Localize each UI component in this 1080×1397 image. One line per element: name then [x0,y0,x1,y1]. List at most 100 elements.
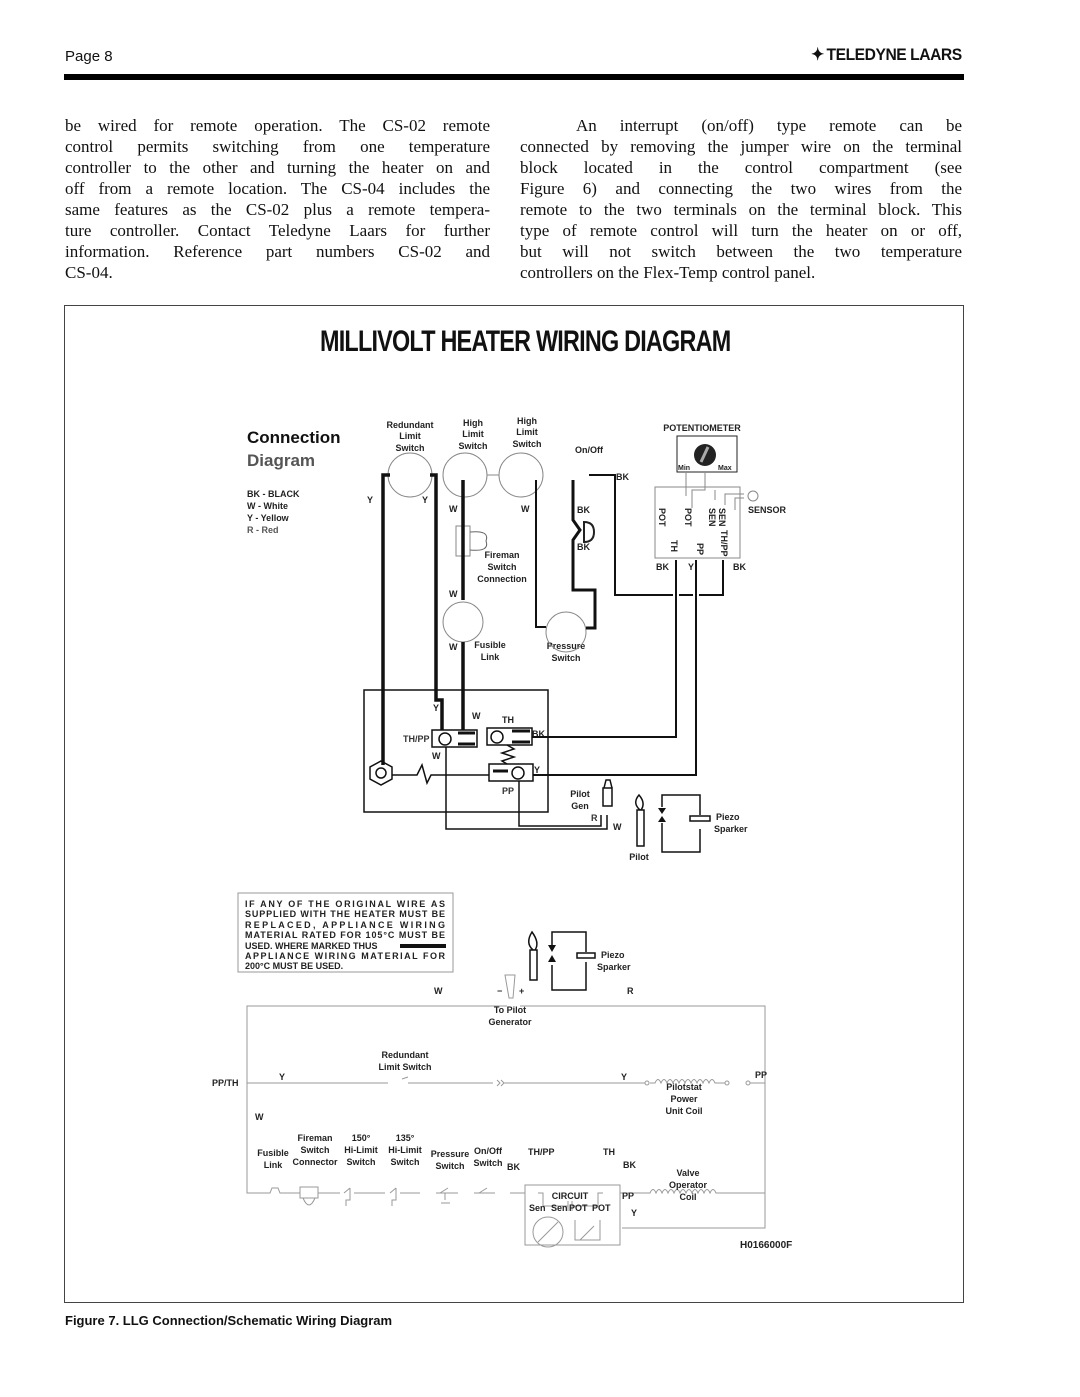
onoff-label: Switch [473,1158,502,1168]
terminal-pot: POT [657,508,667,527]
legend-item: Y - Yellow [247,513,290,523]
minus-label: − [497,986,502,996]
th-label: TH [603,1147,615,1157]
pressure-label: Switch [551,653,580,663]
pressure-label: Pressure [431,1149,470,1159]
redundant-label: Redundant [387,420,434,430]
onoff-label: On/Off [575,445,604,455]
pressure-label: Switch [435,1161,464,1171]
legend-item: R - Red [247,525,279,535]
circuit-term: Sen [551,1203,568,1213]
pilot-label: Pilot [629,852,649,862]
wire-label: W [449,642,458,652]
legend-item: W - White [247,501,288,511]
wire-label: Y [279,1072,285,1082]
fold-connector-icon [583,520,596,544]
wire-label: W [613,822,622,832]
wire-label: W [472,711,481,721]
wire-label: BK [656,562,669,572]
pilot-icon [636,809,645,847]
piezo-sparker [661,794,701,853]
terminal-th-pp: TH/PP [719,530,729,557]
circuit-label: CIRCUIT [552,1191,589,1201]
wire-label: W [432,751,441,761]
resistor-icon [392,762,489,786]
pilotstat-label: Pilotstat [666,1082,702,1092]
fireman-connector [299,1186,319,1199]
sensor-label: SENSOR [748,505,787,515]
th-pp-label: TH/PP [403,734,430,744]
pilotstat-label: Power [670,1094,698,1104]
wire-label: W [255,1112,264,1122]
th-pp-label: TH/PP [528,1147,555,1157]
wire-label: W [521,504,530,514]
circuit-term: POT [592,1203,611,1213]
wire-label: Y [422,495,428,505]
high-limit-label: Switch [512,439,541,449]
pilot-generator [602,787,613,807]
pp-th-label: PP/TH [212,1078,239,1088]
terminal-pp: PP [695,543,705,555]
wire-black [571,480,597,630]
high-limit-label: Limit [462,429,484,439]
piezo-label: Piezo [716,812,740,822]
connection-heading: Connection [247,428,341,447]
pp-label: PP [755,1070,767,1080]
warning-line: MATERIAL RATED FOR 105°C MUST BE [245,930,445,940]
plus-label: + [519,986,524,996]
pilot-generator [504,974,516,999]
max-label: Max [718,465,732,472]
wire-label: BK [616,472,629,482]
drawing-number: H0166000F [740,1240,792,1251]
heavy-wire-marker [400,944,446,948]
diagram-heading: Diagram [247,451,315,470]
wire-label: Y [367,495,373,505]
warning-line: USED. WHERE MARKED THUS [245,941,378,951]
valve-label: Operator [669,1180,708,1190]
wire-label: Y [621,1072,627,1082]
warning-line: IF ANY OF THE ORIGINAL WIRE AS [245,899,445,909]
onoff-label: On/Off [474,1146,503,1156]
sensor-icon [747,490,759,502]
pilot-gen-label: Gen [571,801,589,811]
wire-label: BK [507,1162,520,1172]
redundant-label: Redundant [382,1050,429,1060]
terminal-sen: SEN [717,508,727,527]
high-limit-switch [442,452,488,498]
terminal-sen: SEN [707,508,717,527]
high-limit-label: High [517,416,537,426]
pilotstat-label: Unit Coil [666,1106,703,1116]
th-label: TH [502,715,514,725]
piezo-label: Piezo [601,950,625,960]
hi-limit-150-label: Hi-Limit [344,1145,378,1155]
potentiometer-label: POTENTIOMETER [663,423,741,433]
terminal-th: TH [669,540,679,552]
flame-icon [635,793,644,811]
wire-yellow [381,473,390,765]
hi-limit-135-label: Switch [390,1157,419,1167]
high-limit-label: High [463,418,483,428]
wiring-diagram: Connection Diagram BK - BLACK W - White … [212,416,792,1251]
wire-label: Y [433,703,439,713]
valve-label: Coil [680,1192,697,1202]
pilot-icon [529,949,538,981]
high-limit-label: Switch [458,441,487,451]
valve-label: Valve [676,1168,699,1178]
hi-limit-150-label: 150° [352,1133,371,1143]
to-pilot-label: To Pilot [494,1005,526,1015]
warning-text: IF ANY OF THE ORIGINAL WIRE AS SUPPLIED … [245,899,446,971]
pilot-gen-label: Pilot [570,789,590,799]
fireman-label: Fireman [297,1133,332,1143]
wire-label: W [449,504,458,514]
warning-line: 200°C MUST BE USED. [245,961,343,971]
wire-label: Y [688,562,694,572]
wire-label: BK [623,1160,636,1170]
hi-limit-150-label: Switch [346,1157,375,1167]
legend-item: BK - BLACK [247,489,300,499]
pressure-label: Pressure [547,641,586,651]
fireman-label: Fireman [484,550,519,560]
gas-valve-box [363,689,549,813]
min-label: Min [678,465,690,472]
piezo-label: Sparker [597,962,631,972]
fireman-label: Switch [487,562,516,572]
